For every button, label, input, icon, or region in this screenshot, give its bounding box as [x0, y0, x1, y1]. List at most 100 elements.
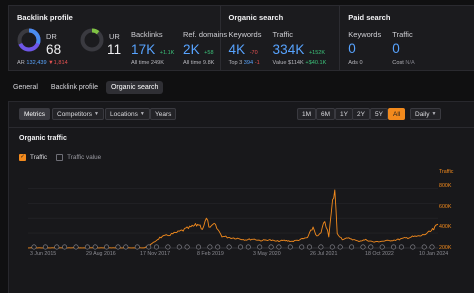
ref-domains-value-row: 2K +58	[183, 41, 214, 59]
update-marker-icon[interactable]	[62, 244, 68, 250]
update-marker-icon[interactable]	[42, 244, 48, 250]
update-marker-icon[interactable]	[73, 244, 79, 250]
ar-delta: ▼1,814	[48, 60, 68, 66]
update-marker-icon[interactable]	[146, 244, 152, 250]
top3-label: Top 3	[228, 60, 243, 66]
update-marker-icon[interactable]	[329, 244, 335, 250]
value-label: Value	[272, 60, 287, 66]
paid-search-title: Paid search	[348, 13, 391, 22]
traffic-series-line	[28, 189, 439, 249]
y-tick-400k: 400K	[439, 224, 452, 230]
cost-row: Cost N/A	[392, 60, 414, 66]
traffic-label: Traffic	[272, 30, 293, 39]
update-marker-icon[interactable]	[318, 244, 324, 250]
paid-traffic-value[interactable]: 0	[392, 41, 400, 56]
update-marker-icon[interactable]	[299, 244, 305, 250]
update-marker-icon[interactable]	[215, 244, 221, 250]
update-marker-icon[interactable]	[123, 244, 129, 250]
traffic-value[interactable]: 334K	[273, 42, 305, 57]
update-marker-icon[interactable]	[398, 244, 404, 250]
backlink-profile-title: Backlink profile	[17, 13, 73, 22]
backlinks-value[interactable]: 17K	[131, 42, 155, 57]
update-marker-icon[interactable]	[379, 244, 385, 250]
dr-ring-icon	[17, 28, 41, 52]
backlinks-alltime-value: 249K	[150, 60, 164, 66]
update-marker-icon[interactable]	[268, 244, 274, 250]
update-marker-icon[interactable]	[165, 244, 171, 250]
ref-domains-alltime: All time 9.8K	[183, 60, 214, 66]
tab-backlink-profile[interactable]: Backlink profile	[46, 81, 103, 94]
top3-row: Top 3 394 -1	[229, 60, 260, 66]
update-marker-icon[interactable]	[92, 244, 98, 250]
update-marker-icon[interactable]	[84, 244, 90, 250]
ur-label: UR	[109, 32, 120, 41]
backlinks-label: Backlinks	[131, 30, 163, 39]
x-tick-2017: 17 Nov 2017	[140, 251, 171, 257]
update-marker-icon[interactable]	[257, 244, 263, 250]
update-marker-icon[interactable]	[391, 244, 397, 250]
top3-value[interactable]: 394	[244, 60, 253, 66]
ref-domains-value[interactable]: 2K	[183, 42, 200, 57]
update-marker-icon[interactable]	[287, 244, 293, 250]
update-marker-icon[interactable]	[360, 244, 366, 250]
ar-value[interactable]: 132,439	[26, 60, 46, 66]
update-marker-icon[interactable]	[276, 244, 282, 250]
update-marker-icon[interactable]	[115, 244, 121, 250]
update-marker-icon[interactable]	[421, 244, 427, 250]
cost-label: Cost	[392, 60, 404, 66]
update-marker-icon[interactable]	[196, 244, 202, 250]
paid-keywords-value[interactable]: 0	[348, 41, 356, 56]
x-tick-2015: 3 Jun 2015	[30, 251, 57, 257]
update-marker-icon[interactable]	[54, 244, 60, 250]
backlinks-alltime: All time 249K	[131, 60, 164, 66]
update-marker-icon[interactable]	[226, 244, 232, 250]
y-axis-title: Traffic	[439, 169, 454, 175]
ads-value: 0	[359, 60, 363, 66]
backlinks-delta: +1.1K	[159, 50, 175, 56]
ref-domains-alltime-value: 9.8K	[202, 60, 215, 66]
update-marker-icon[interactable]	[429, 244, 435, 250]
x-tick-2016: 29 Aug 2016	[86, 251, 116, 257]
update-marker-icon[interactable]	[410, 244, 416, 250]
tab-organic-search[interactable]: Organic search	[105, 81, 164, 94]
cost-value: N/A	[405, 60, 415, 66]
backlink-profile-card: Backlink profile DR 68 AR 132,439 ▼1,814…	[9, 6, 227, 70]
ar-label: AR	[17, 60, 25, 66]
ads-row: Ads 0	[348, 60, 362, 66]
y-tick-800k: 800K	[439, 183, 452, 189]
update-marker-icon[interactable]	[337, 244, 343, 250]
update-marker-icon[interactable]	[368, 244, 374, 250]
ads-label: Ads	[348, 60, 358, 66]
ref-domains-delta: +58	[204, 50, 214, 56]
backlinks-alltime-label: All time	[131, 60, 150, 66]
ur-ring-icon	[80, 28, 104, 52]
update-marker-icon[interactable]	[184, 244, 190, 250]
organic-traffic-chart[interactable]	[8, 101, 474, 293]
paid-search-card: Paid search Keywords 0 Ads 0 Traffic 0 C…	[340, 6, 474, 70]
update-marker-icon[interactable]	[238, 244, 244, 250]
keywords-delta: -70	[249, 50, 258, 56]
update-marker-icon[interactable]	[134, 244, 140, 250]
update-marker-icon[interactable]	[349, 244, 355, 250]
paid-keywords-label: Keywords	[348, 30, 382, 39]
backlinks-value-row: 17K +1.1K	[131, 41, 174, 59]
value-amount: $114K	[288, 60, 304, 66]
update-marker-icon[interactable]	[245, 244, 251, 250]
organic-search-card: Organic search Keywords 4K -70 Top 3 394…	[221, 6, 341, 70]
ur-value: 11	[107, 42, 122, 57]
keywords-label: Keywords	[228, 30, 262, 39]
paid-traffic-label: Traffic	[392, 30, 413, 39]
update-marker-icon[interactable]	[176, 244, 182, 250]
dr-value: 68	[46, 42, 62, 57]
value-delta: +$40.1K	[305, 60, 327, 66]
update-marker-icon[interactable]	[104, 244, 110, 250]
x-tick-2022: 18 Oct 2022	[365, 251, 394, 257]
tab-general[interactable]: General	[8, 81, 43, 94]
traffic-value-row: 334K +152K	[273, 41, 325, 59]
update-marker-icon[interactable]	[306, 244, 312, 250]
keywords-value[interactable]: 4K	[229, 42, 246, 57]
update-marker-icon[interactable]	[207, 244, 213, 250]
update-marker-icon[interactable]	[154, 244, 160, 250]
update-marker-icon[interactable]	[31, 244, 37, 250]
x-tick-2021: 26 Jul 2021	[310, 251, 338, 257]
